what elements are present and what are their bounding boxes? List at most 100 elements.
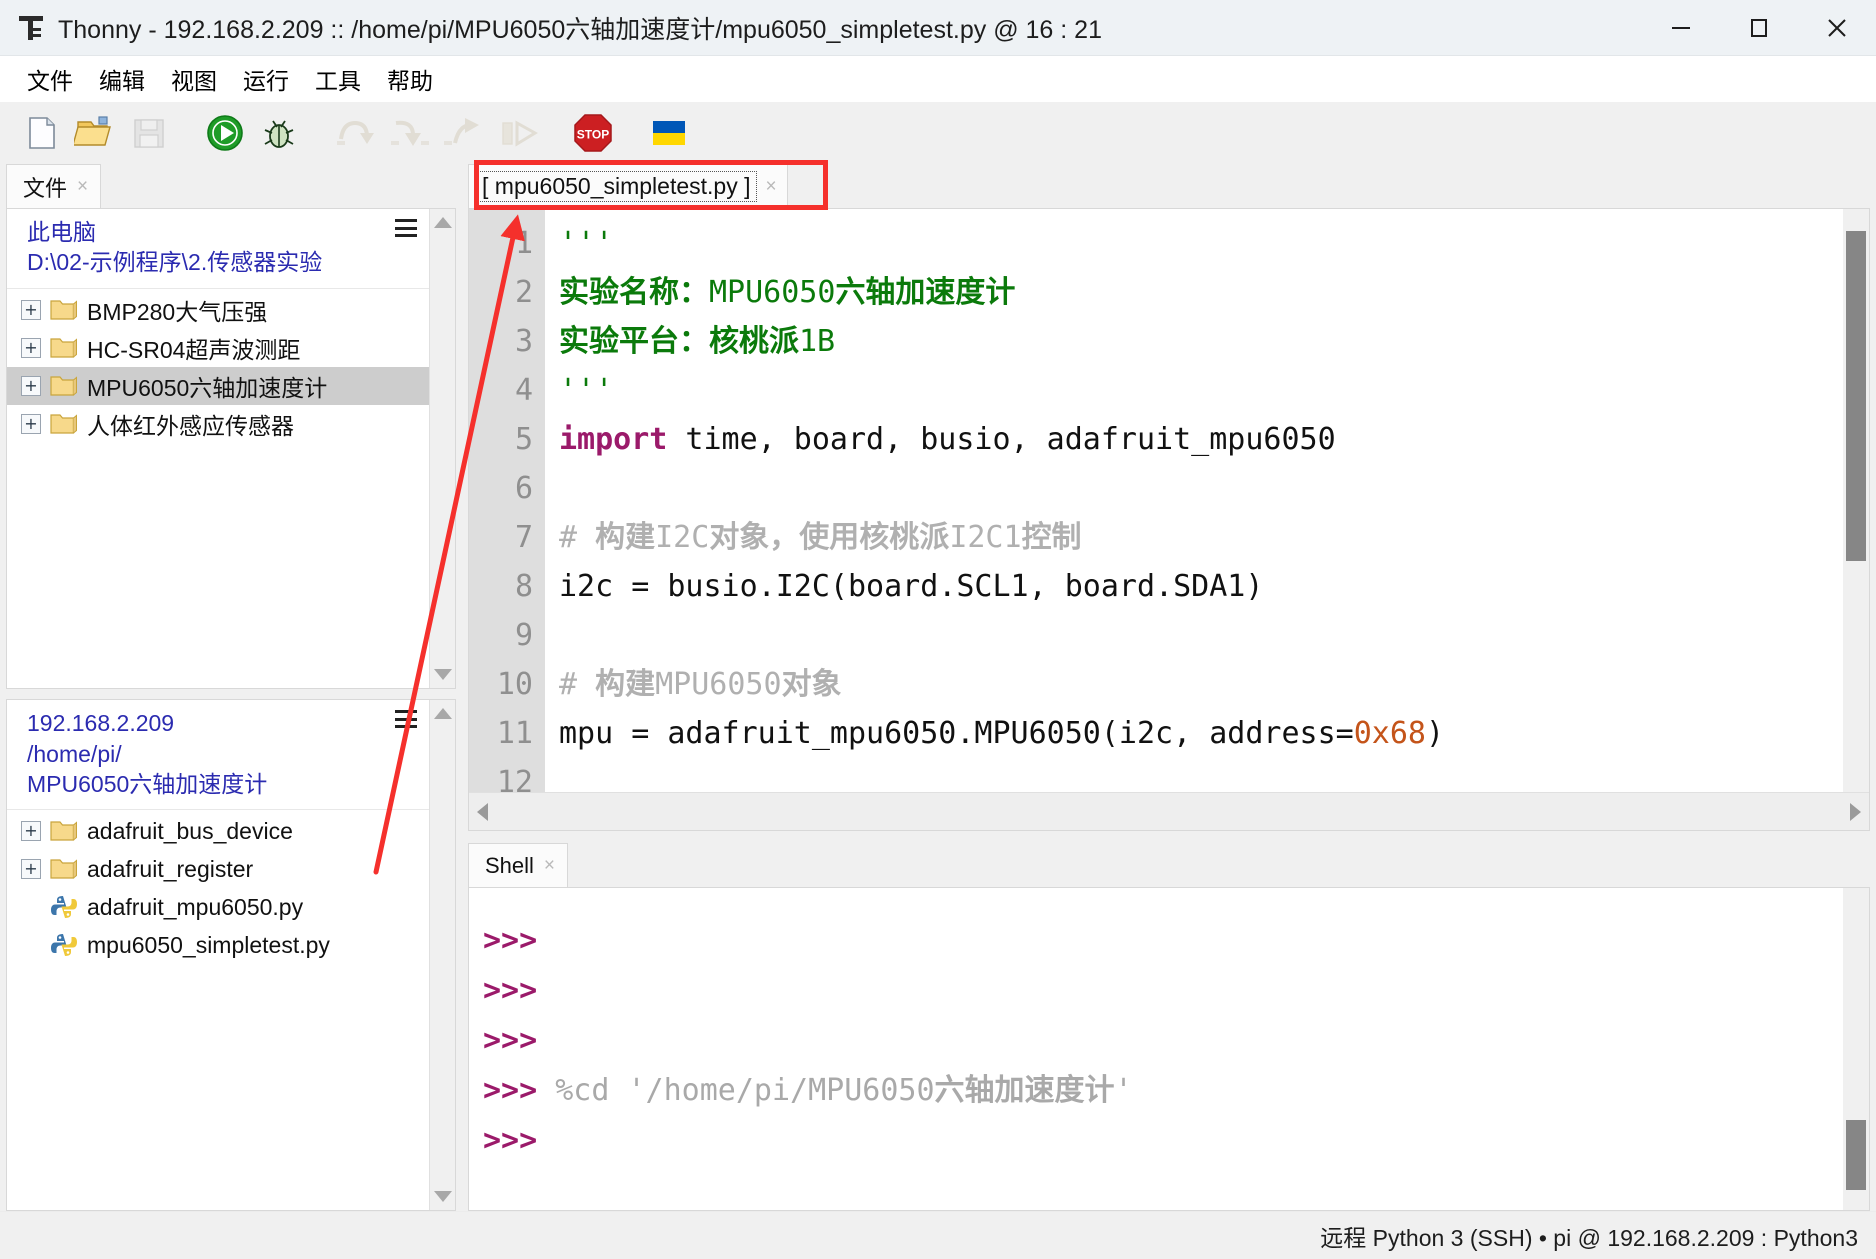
tree-row[interactable]: adafruit_mpu6050.py xyxy=(7,888,429,926)
remote-tree-inner: 192.168.2.209 /home/pi/ MPU6050六轴加速度计 + … xyxy=(7,700,429,1210)
close-button[interactable] xyxy=(1798,0,1876,56)
step-out-icon xyxy=(436,106,490,160)
scroll-down-arrow-icon[interactable] xyxy=(433,1191,452,1203)
code-line: ''' xyxy=(559,366,1843,415)
tree-row[interactable]: + HC-SR04超声波测距 xyxy=(7,329,429,367)
shell-token: >>> xyxy=(483,923,538,958)
local-file-tree: 此电脑 D:\02-示例程序\2.传感器实验 + BMP280大气压强 + HC… xyxy=(6,208,456,690)
menu-run[interactable]: 运行 xyxy=(230,60,302,98)
expander-plus-icon[interactable]: + xyxy=(21,299,41,320)
scroll-down-arrow-icon[interactable] xyxy=(433,669,452,681)
shell-token: 六轴加速度计 xyxy=(934,1073,1115,1108)
menu-view[interactable]: 视图 xyxy=(158,60,230,98)
expander-plus-icon[interactable]: + xyxy=(21,375,41,396)
shell-line: >>> %cd '/home/pi/MPU6050六轴加速度计' xyxy=(483,1066,1843,1116)
step-over-icon xyxy=(328,106,382,160)
stop-icon[interactable]: STOP xyxy=(566,106,620,160)
menu-edit[interactable]: 编辑 xyxy=(86,60,158,98)
tree-row-selected[interactable]: + MPU6050六轴加速度计 xyxy=(7,366,429,405)
maximize-button[interactable] xyxy=(1720,0,1798,56)
line-number: 9 xyxy=(514,618,533,653)
menu-file[interactable]: 文件 xyxy=(14,60,86,98)
expander-plus-icon[interactable]: + xyxy=(21,413,41,434)
code-token: import xyxy=(559,422,668,457)
tab-shell-close-icon[interactable]: × xyxy=(544,856,555,875)
remote-tree-scrollbar[interactable] xyxy=(429,700,455,1211)
code-token: 0x68 xyxy=(1353,716,1426,751)
menu-bar: 文件 编辑 视图 运行 工具 帮助 xyxy=(0,56,1876,102)
editor-hscrollbar[interactable] xyxy=(469,792,1869,830)
local-header-line-2[interactable]: D:\02-示例程序\2.传感器实验 xyxy=(27,247,417,277)
tree-row[interactable]: + adafruit_bus_device xyxy=(7,812,429,850)
svg-text:STOP: STOP xyxy=(577,128,609,142)
shell-scrollbar-thumb[interactable] xyxy=(1846,1120,1866,1190)
tab-files[interactable]: 文件 × xyxy=(6,164,102,208)
python-file-icon xyxy=(49,893,79,921)
scroll-up-arrow-icon[interactable] xyxy=(433,708,452,720)
tree-row[interactable]: + 人体红外感应传感器 xyxy=(7,405,429,443)
editor-scrollbar-thumb[interactable] xyxy=(1846,231,1866,561)
local-header-line-1[interactable]: 此电脑 xyxy=(27,217,417,247)
tree-row-label: BMP280大气压强 xyxy=(87,298,268,325)
open-file-icon[interactable] xyxy=(68,106,122,160)
editor-tab-close-icon[interactable]: × xyxy=(765,177,776,196)
status-interpreter-text[interactable]: 远程 Python 3 (SSH) • pi @ 192.168.2.209 :… xyxy=(1320,1219,1858,1253)
tree-row-label: mpu6050_simpletest.py xyxy=(87,931,330,958)
hamburger-icon[interactable] xyxy=(395,710,417,729)
expander-plus-icon[interactable]: + xyxy=(21,821,41,842)
tab-shell-label: Shell xyxy=(485,852,534,878)
tree-row[interactable]: + adafruit_register xyxy=(7,850,429,888)
folder-icon xyxy=(49,296,79,324)
line-number: 1 xyxy=(514,226,533,261)
code-token: mpu = adafruit_mpu6050.MPU6050(i2c, addr… xyxy=(559,716,1354,751)
folder-icon xyxy=(49,410,79,438)
line-number: 3 xyxy=(514,324,533,359)
code-text-area[interactable]: ''' 实验名称：MPU6050六轴加速度计 实验平台：核桃派1B ''' import… xyxy=(545,209,1843,792)
hamburger-icon[interactable] xyxy=(395,219,417,237)
remote-header-line-2[interactable]: /home/pi/ xyxy=(27,739,417,769)
remote-tree-header: 192.168.2.209 /home/pi/ MPU6050六轴加速度计 xyxy=(7,700,429,811)
scroll-right-arrow-icon[interactable] xyxy=(1850,802,1861,821)
folder-icon xyxy=(49,334,79,362)
minimize-button[interactable] xyxy=(1642,0,1720,56)
menu-tools[interactable]: 工具 xyxy=(302,60,374,98)
run-icon[interactable] xyxy=(198,106,252,160)
tree-row[interactable]: mpu6050_simpletest.py xyxy=(7,926,429,964)
scroll-up-arrow-icon[interactable] xyxy=(433,217,452,228)
editor-main: 1 2 3 4 5 6 7 8 9 10 11 12 ''' 实验名称：MPU60… xyxy=(469,209,1869,800)
window-title: Thonny - 192.168.2.209 :: /home/pi/MPU60… xyxy=(58,15,1102,44)
local-tree-scrollbar[interactable] xyxy=(429,209,455,689)
editor-and-shell: [ mpu6050_simpletest.py ] × 1 2 3 4 5 6 … xyxy=(462,164,1870,1211)
files-panel-splitter[interactable] xyxy=(6,689,456,700)
new-file-icon[interactable] xyxy=(14,106,68,160)
resume-icon xyxy=(490,106,544,160)
shell-console: >>> >>> >>> >>> %cd '/home/pi/MPU6050六轴加速度计… xyxy=(468,887,1870,1211)
folder-icon xyxy=(49,372,79,400)
code-token: I2C xyxy=(655,520,710,555)
menu-help[interactable]: 帮助 xyxy=(374,60,446,98)
toolbar: STOP xyxy=(0,102,1876,164)
remote-header-line-1[interactable]: 192.168.2.209 xyxy=(27,708,417,738)
code-token: MPU6050 xyxy=(709,275,836,310)
tab-files-close-icon[interactable]: × xyxy=(77,177,88,196)
shell-panel: Shell × >>> >>> >>> >>> %cd '/home/pi/MPU60… xyxy=(462,843,1870,1211)
editor-scrollbar[interactable] xyxy=(1843,209,1869,792)
code-token: MPU6050 xyxy=(655,667,782,702)
debug-icon[interactable] xyxy=(252,106,306,160)
remote-header-line-3[interactable]: MPU6050六轴加速度计 xyxy=(27,769,417,799)
code-token: # xyxy=(559,667,596,702)
scroll-left-arrow-icon[interactable] xyxy=(477,802,488,821)
code-token: i2c = busio.I2C(board.SCL1, board.SDA1) xyxy=(559,569,1264,604)
tab-mpu6050-simpletest[interactable]: [ mpu6050_simpletest.py ] × xyxy=(468,164,788,208)
shell-scrollbar[interactable] xyxy=(1843,888,1869,1210)
expander-plus-icon[interactable]: + xyxy=(21,337,41,358)
ukraine-flag-icon[interactable] xyxy=(642,106,696,160)
tree-row-label: adafruit_bus_device xyxy=(87,817,293,844)
expander-plus-icon[interactable]: + xyxy=(21,859,41,880)
tree-row[interactable]: + BMP280大气压强 xyxy=(7,291,429,329)
shell-output[interactable]: >>> >>> >>> >>> %cd '/home/pi/MPU6050六轴加速度计… xyxy=(469,888,1843,1210)
code-line: import time, board, busio, adafruit_mpu6… xyxy=(559,415,1843,464)
code-token: ) xyxy=(1425,716,1445,751)
tab-shell[interactable]: Shell × xyxy=(468,843,569,887)
